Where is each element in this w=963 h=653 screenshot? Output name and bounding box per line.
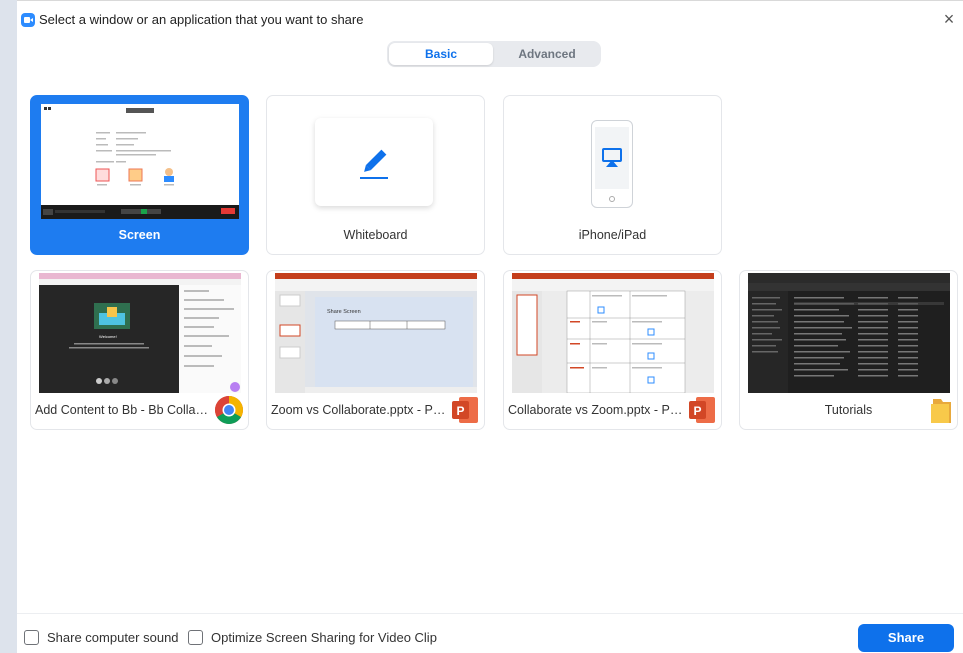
share-sound-checkbox[interactable] — [24, 630, 39, 645]
powerpoint-icon: P — [689, 397, 715, 423]
svg-text:P: P — [693, 404, 701, 418]
tile-label: Screen — [118, 228, 161, 242]
screen-thumbnail — [41, 104, 239, 219]
tile-powerpoint-window-1[interactable]: Share Screen Zoom vs Collaborate.pptx - … — [266, 270, 485, 430]
tile-screen[interactable]: Screen — [30, 95, 249, 255]
optimize-video-checkbox[interactable] — [188, 630, 203, 645]
pencil-icon — [360, 149, 388, 179]
share-sound-option: Share computer sound — [24, 630, 179, 645]
tile-whiteboard[interactable]: Whiteboard — [266, 95, 485, 255]
close-button[interactable]: × — [939, 9, 959, 29]
svg-text:Share Screen: Share Screen — [327, 309, 361, 315]
desktop-preview-icon — [41, 107, 239, 219]
whiteboard-thumbnail — [277, 104, 475, 219]
powerpoint-thumbnail: Share Screen — [275, 273, 477, 393]
title-bar: Select a window or an application that y… — [17, 1, 963, 37]
powerpoint-window-preview-icon: Share Screen — [275, 273, 477, 393]
tab-switcher: Basic Advanced — [387, 41, 601, 67]
powerpoint-window-preview-icon — [512, 273, 714, 393]
share-screen-dialog: Select a window or an application that y… — [17, 0, 963, 653]
folder-icon — [931, 399, 951, 423]
optimize-video-option: Optimize Screen Sharing for Video Clip — [188, 630, 437, 645]
chrome-thumbnail: Welcome! — [39, 273, 241, 393]
share-sound-label: Share computer sound — [47, 630, 179, 645]
svg-text:Welcome!: Welcome! — [99, 334, 117, 339]
powerpoint-icon: P — [452, 397, 478, 423]
tile-label: Whiteboard — [343, 228, 408, 242]
zoom-camera-icon — [21, 13, 35, 27]
tab-basic[interactable]: Basic — [389, 43, 493, 65]
tile-label: Add Content to Bb - Bb Collabor... — [35, 403, 210, 417]
tile-chrome-window[interactable]: Welcome! Add Content to Bb - Bb Collabor… — [30, 270, 249, 430]
file-explorer-preview-icon — [748, 273, 950, 393]
bottom-bar: Share computer sound Optimize Screen Sha… — [17, 613, 963, 653]
tile-iphone-ipad[interactable]: iPhone/iPad — [503, 95, 722, 255]
chrome-icon — [215, 396, 243, 424]
iphone-ipad-thumbnail — [514, 104, 712, 219]
explorer-thumbnail — [748, 273, 950, 393]
share-button[interactable]: Share — [858, 624, 954, 652]
svg-text:P: P — [456, 404, 464, 418]
dialog-title: Select a window or an application that y… — [39, 12, 364, 27]
airplay-icon — [602, 148, 622, 167]
tab-advanced[interactable]: Advanced — [495, 43, 599, 65]
tile-label: Zoom vs Collaborate.pptx - Powe... — [271, 403, 446, 417]
powerpoint-thumbnail — [512, 273, 714, 393]
tile-label: Collaborate vs Zoom.pptx - Powe... — [508, 403, 683, 417]
tile-powerpoint-window-2[interactable]: Collaborate vs Zoom.pptx - Powe... P — [503, 270, 722, 430]
tile-tutorials-folder[interactable]: Tutorials — [739, 270, 958, 430]
optimize-video-label: Optimize Screen Sharing for Video Clip — [211, 630, 437, 645]
chrome-window-preview-icon: Welcome! — [39, 273, 241, 393]
tile-label: iPhone/iPad — [578, 228, 647, 242]
